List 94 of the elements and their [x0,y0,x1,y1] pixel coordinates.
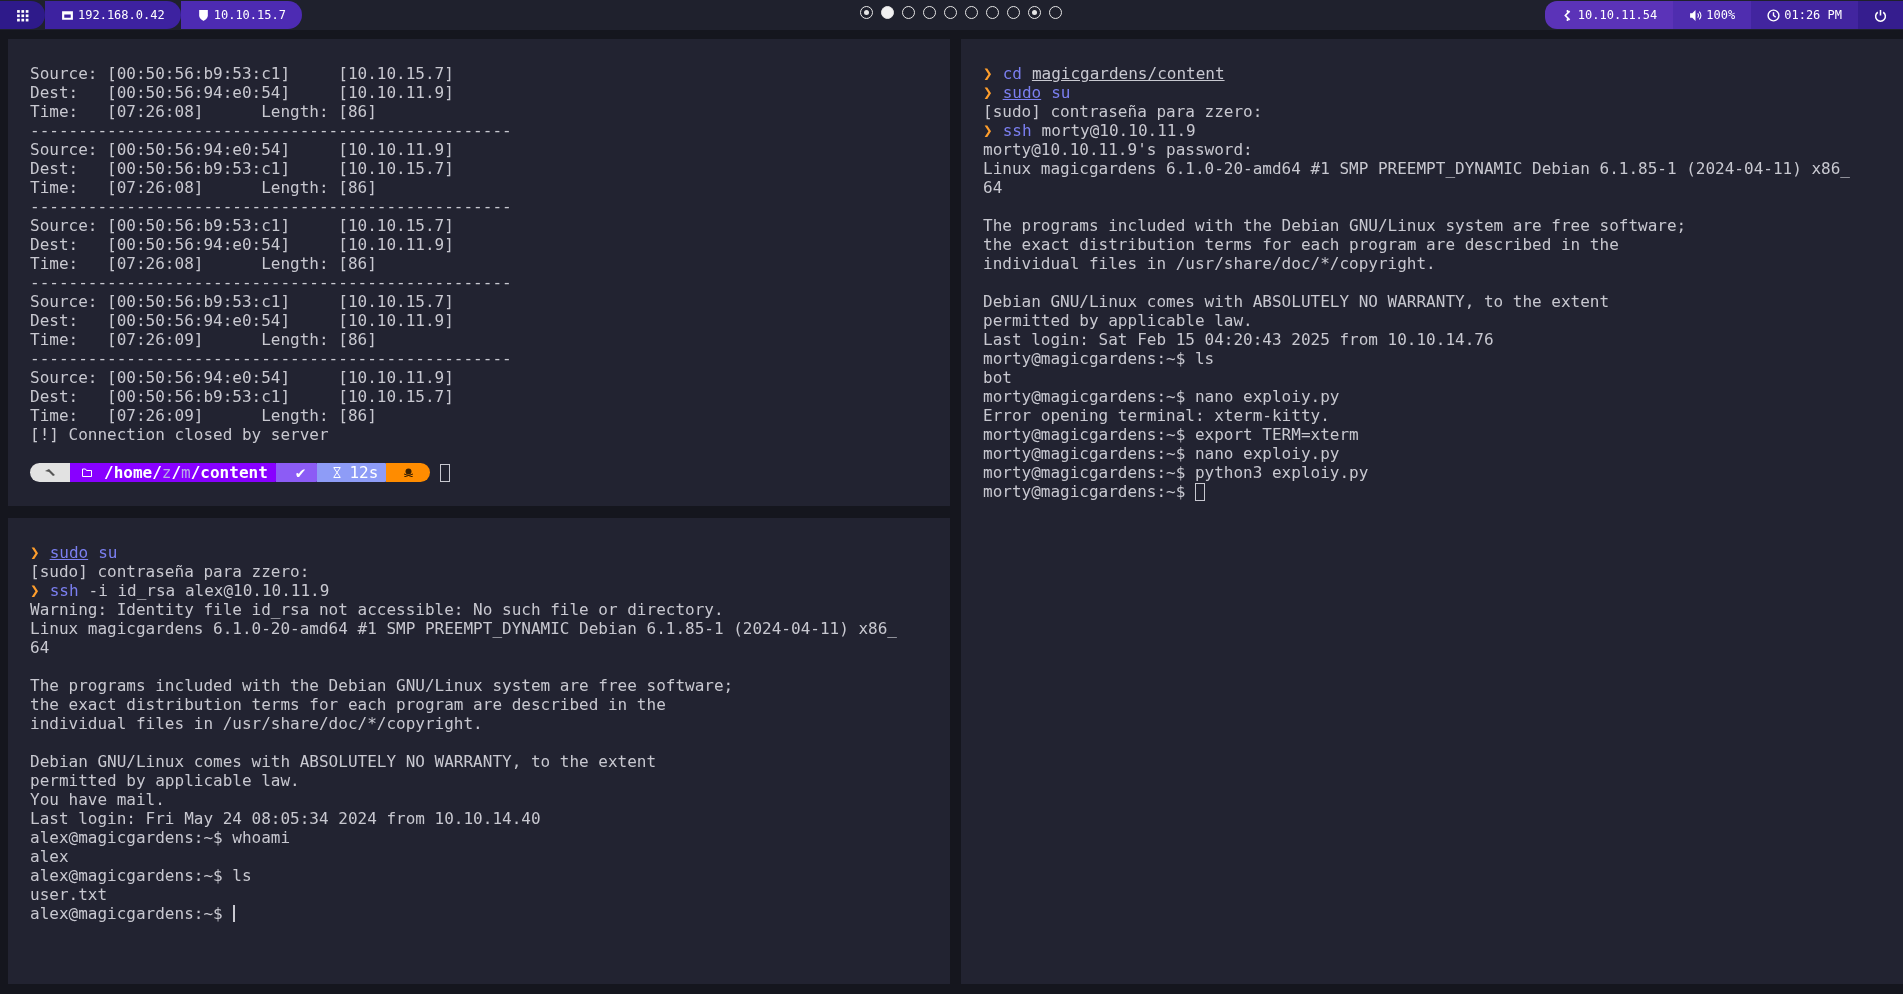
grid-menu-icon[interactable] [16,8,29,22]
path-part: m [181,463,191,482]
terminal-output: Time: [07:26:09] Length: [86] [30,330,377,349]
terminal-output: Source: [00:50:56:94:e0:54] [10.10.11.9] [30,140,454,159]
terminal-output: permitted by applicable law. [983,311,1253,330]
command-text: cd [1002,64,1022,83]
terminal-output: permitted by applicable law. [30,771,300,790]
terminal-output: Time: [07:26:08] Length: [86] [30,178,377,197]
terminal-output: Dest: [00:50:56:94:e0:54] [10.10.11.9] [30,235,454,254]
terminal-output: -------------------------------------------------- [30,121,512,140]
path-part: /home/ [104,463,162,482]
terminal-output: Warning: Identity file id_rsa not accessible: No such file or directory. [30,600,724,619]
folder-icon [82,468,92,477]
terminal-output: Dest: [00:50:56:94:e0:54] [10.10.11.9] [30,83,454,102]
status-text: 01:26 PM [1784,7,1842,24]
shell-prompt: alex@magicgardens:~$ [30,904,223,923]
terminal-output: morty@magicgardens:~$ ls [983,349,1215,368]
power-button[interactable] [1858,1,1903,29]
terminal-output: Debian GNU/Linux comes with ABSOLUTELY NO WARRANTY, to the extent [983,292,1610,311]
terminal-output: morty@magicgardens:~$ nano exploiy.py [983,444,1340,463]
text-cursor [1195,482,1206,501]
terminal-output: morty@magicgardens:~$ python3 exploiy.py [983,463,1369,482]
terminal-output: -------------------------------------------------- [30,349,512,368]
terminal-output: Source: [00:50:56:b9:53:c1] [10.10.15.7] [30,64,454,83]
text-cursor [232,905,235,922]
skull-icon [403,468,413,477]
terminal-output: morty@10.10.11.9's password: [983,140,1253,159]
status-text: 10.10.11.54 [1577,7,1658,24]
prompt-symbol: ❯ [30,581,40,600]
terminal-output: Source: [00:50:56:b9:53:c1] [10.10.15.7] [30,216,454,235]
terminal-output: The programs included with the Debian GNU/Linux system are free software; [983,216,1687,235]
hourglass-icon [333,467,342,478]
terminal-output: Dest: [00:50:56:b9:53:c1] [10.10.15.7] [30,387,454,406]
network-icon [61,8,74,22]
argument-text: morty@10.10.11.9 [1041,121,1196,140]
terminal-output: morty@magicgardens:~$ export TERM=xterm [983,425,1359,444]
terminal-output: individual files in /usr/share/doc/*/copyright. [30,714,483,733]
terminal-output: You have mail. [30,790,165,809]
terminal-output: [sudo] contraseña para zzero: [30,562,310,581]
terminal-output: [!] Connection closed by server [30,425,329,444]
terminal-output: alex [30,847,69,866]
prompt-symbol: ❯ [983,121,993,140]
terminal-output: the exact distribution terms for each program are described in the [983,235,1619,254]
status-text: 10.10.15.7 [213,7,286,24]
terminal-output: 64 [30,638,50,657]
terminal-output: Dest: [00:50:56:94:e0:54] [10.10.11.9] [30,311,454,330]
terminal-output: alex@magicgardens:~$ ls [30,866,252,885]
terminal-output: the exact distribution terms for each program are described in the [30,695,666,714]
terminal-output: Time: [07:26:08] Length: [86] [30,254,377,273]
terminal-output: alex@magicgardens:~$ whoami [30,828,291,847]
terminal-output: Last login: Fri May 24 08:05:34 2024 from 10.10.14.40 [30,809,541,828]
terminal-output: -------------------------------------------------- [30,273,512,292]
terminal-output: Source: [00:50:56:94:e0:54] [10.10.11.9] [30,368,454,387]
terminal-output: Linux magicgardens 6.1.0-20-amd64 #1 SMP PREEMPT_DYNAMIC Debian 6.1.85-1 (2024-04-11) x86_ [983,159,1850,178]
command-text: su [98,543,118,562]
terminal-output: bot [983,368,1012,387]
status-text: 192.168.0.42 [78,7,165,24]
duration-text: 12s [349,463,379,482]
shield-icon [196,8,210,22]
command-text: ssh [1002,121,1032,140]
terminal-output: -------------------------------------------------- [30,197,512,216]
shell-prompt: morty@magicgardens:~$ [983,482,1186,501]
terminal-output: Dest: [00:50:56:b9:53:c1] [10.10.15.7] [30,159,454,178]
prompt-symbol: ❯ [983,64,993,83]
terminal-output: 64 [983,178,1003,197]
terminal-output: Debian GNU/Linux comes with ABSOLUTELY NO WARRANTY, to the extent [30,752,657,771]
command-text: sudo [1002,83,1042,102]
command-text: ssh [49,581,79,600]
speaker-icon [1689,8,1703,22]
path-part: /content [190,463,268,482]
terminal-output: morty@magicgardens:~$ nano exploiy.py [983,387,1340,406]
terminal-output: Last login: Sat Feb 15 04:20:43 2025 from 10.10.14.76 [983,330,1494,349]
path-part: / [171,463,182,482]
command-text: su [1051,83,1071,102]
path-part: z [161,463,172,482]
terminal-output: Time: [07:26:09] Length: [86] [30,406,377,425]
terminal-output: Linux magicgardens 6.1.0-20-amd64 #1 SMP PREEMPT_DYNAMIC Debian 6.1.85-1 (2024-04-11) x86_ [30,619,897,638]
terminal-output: individual files in /usr/share/doc/*/copyright. [983,254,1436,273]
status-text: 100% [1706,7,1736,24]
clock-icon [1767,8,1781,22]
argument-text: -i id_rsa alex@10.10.11.9 [88,581,330,600]
prompt-symbol: ❯ [30,543,40,562]
prompt-symbol: ❯ [983,83,993,102]
terminal-output: user.txt [30,885,108,904]
argument-text: magicgardens/content [1031,64,1225,83]
terminal-output: The programs included with the Debian GNU/Linux system are free software; [30,676,734,695]
terminal-output: [sudo] contraseña para zzero: [983,102,1263,121]
command-text: sudo [49,543,89,562]
workspace-indicator[interactable] [881,6,894,19]
terminal-output: Time: [07:26:08] Length: [86] [30,102,377,121]
terminal-output: Error opening terminal: xterm-kitty. [983,406,1330,425]
text-cursor [440,463,451,482]
power-icon[interactable] [1874,8,1887,22]
terminal-output: Source: [00:50:56:b9:53:c1] [10.10.15.7] [30,292,454,311]
